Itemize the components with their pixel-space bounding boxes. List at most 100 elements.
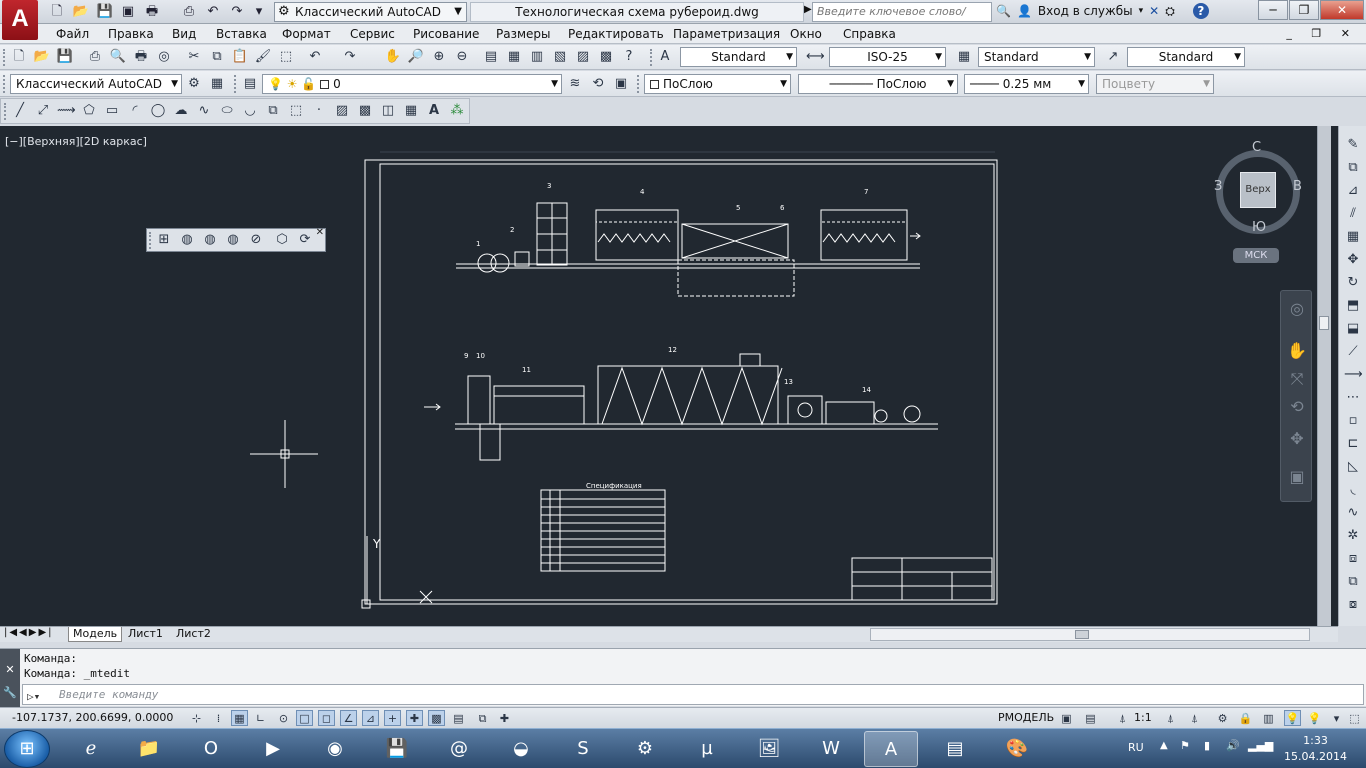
menu-parametric[interactable]: Параметризация [673,27,780,41]
add-selected-icon[interactable]: ⁂ [448,102,466,120]
zoom-window-icon[interactable]: ⊕ [430,48,448,66]
auto-scale-icon[interactable]: ⍋ [1186,710,1203,726]
grid-display-icon[interactable]: ▦ [231,710,248,726]
stretch-icon[interactable]: ⬓ [1344,320,1362,338]
redo-icon[interactable]: ↷ [341,48,359,66]
battery-icon[interactable]: ▮ [1204,739,1210,752]
no-entry-icon[interactable]: ⊘ [247,231,265,249]
dynamic-input-icon[interactable]: + [384,710,401,726]
horizontal-scrollbar[interactable] [870,628,1310,641]
close-button[interactable]: ✕ [1320,0,1364,20]
showmotion-icon[interactable]: ✥ [1287,429,1307,449]
toolbar-grip[interactable] [4,103,8,120]
status-bar-menu-icon[interactable]: ▾ [1328,710,1345,726]
gradient-icon[interactable]: ▩ [356,102,374,120]
sheet-set-icon[interactable]: ▧ [551,48,569,66]
photo-viewer-icon[interactable]: 🖼 [742,731,796,767]
ucs-menu-button[interactable]: МСК [1233,248,1279,263]
help-button[interactable]: ? [1192,3,1209,19]
viewcube[interactable]: Верх С Ю З В МСК [1212,140,1308,270]
layer-previous-icon[interactable]: ⟲ [589,75,607,93]
customize-wrench-icon[interactable]: 🔧 [0,686,20,699]
explode-icon[interactable]: ✲ [1344,527,1362,545]
arc-icon[interactable]: ◜ [126,102,144,120]
lineweight-display-icon[interactable]: ✚ [406,710,423,726]
lock-ui-icon[interactable]: 🔒 [1237,710,1254,726]
transparency-icon[interactable]: ▩ [428,710,445,726]
presentation-app-icon[interactable]: ▤ [928,731,982,767]
linetype-dropdown[interactable]: ────── ПоСлою ▼ [798,74,958,94]
toolbar-grip[interactable] [234,75,238,93]
markup-icon[interactable]: ▨ [574,48,592,66]
tab-navigation-arrows[interactable]: |◀◀▶▶| [4,627,54,638]
coordinates-readout[interactable]: -107.1737, 200.6699, 0.0000 [12,711,173,724]
table-style-dropdown[interactable]: Standard ▼ [978,47,1095,67]
spline-icon[interactable]: ∿ [195,102,213,120]
quickcalc-icon[interactable]: ▩ [597,48,615,66]
infer-constraints-icon[interactable]: ⊹ [188,710,205,726]
disk-tool-icon[interactable]: ⚙ [618,731,672,767]
open-file-icon[interactable]: 📂 [72,3,90,21]
redo-icon[interactable]: ↷ [228,3,246,21]
new-file-icon[interactable]: 🗋 [48,3,66,21]
isolate-objects-icon[interactable]: 💡 [1306,710,1323,726]
tool-palettes-icon[interactable]: ▥ [528,48,546,66]
quick-access-dropdown-icon[interactable]: ▾ [250,3,268,21]
save-as-icon[interactable]: ▣ [119,3,137,21]
wifi-hotspot-icon[interactable]: ◒ [494,731,548,767]
fillet-icon[interactable]: ◟ [1344,481,1362,499]
table-icon[interactable]: ▦ [402,102,420,120]
publish-icon[interactable]: 🖶 [132,48,150,66]
exchange-icon[interactable]: ✕ [1149,4,1159,18]
offset-icon[interactable]: ⫽ [1344,205,1362,223]
viewport-controls-label[interactable]: [−][Верхняя][2D каркас] [5,135,147,148]
annotation-scale-value[interactable]: 1:1 [1134,711,1152,724]
tab-layout1[interactable]: Лист1 [124,627,167,642]
line-icon[interactable]: ╱ [11,102,29,120]
annotation-scale-icon[interactable]: ⍋ [1114,710,1131,726]
multileader-style-icon[interactable]: ↗ [1104,48,1122,66]
toolbar-grip[interactable] [3,49,7,66]
zoom-realtime-icon[interactable]: 🔎 [407,48,425,66]
command-input[interactable]: ▷▾ Введите команду [22,684,1364,705]
break-icon[interactable]: ▫ [1344,412,1362,430]
copy-object-icon[interactable]: ⧉ [1344,159,1362,177]
globe-remove-icon[interactable]: ◍ [224,231,242,249]
3d-box-icon[interactable]: ⬡ [273,231,291,249]
menu-tools[interactable]: Сервис [350,27,395,41]
skype-icon[interactable]: S [556,731,610,767]
help-search-input[interactable]: Введите ключевое слово/фразу [812,2,992,36]
vertical-scroll-thumb[interactable] [1319,316,1329,330]
toolbar-grip[interactable] [3,75,7,93]
drawing-window-controls[interactable]: _ ❐ ✕ [1286,27,1358,40]
save-icon[interactable]: 💾 [56,48,74,66]
model-icon[interactable]: ▣ [1058,710,1075,726]
menu-window[interactable]: Окно [790,27,822,41]
3d-dwf-icon[interactable]: ◎ [155,48,173,66]
orbit-icon[interactable]: ⟲ [1287,397,1307,417]
zoom-extents-icon[interactable]: ⤧ [1287,369,1307,389]
draw-order-front-icon[interactable]: ⧉ [1344,573,1362,591]
point-icon[interactable]: · [310,102,328,120]
draw-order-icon[interactable]: ⧈ [1344,550,1362,568]
insert-block-icon[interactable]: ⧉ [264,102,282,120]
utorrent-icon[interactable]: µ [680,731,734,767]
extend-icon[interactable]: ⟶ [1344,366,1363,384]
dynamic-ucs-icon[interactable]: ⊿ [362,710,379,726]
break-at-point-icon[interactable]: ⋯ [1344,389,1362,407]
tab-layout2[interactable]: Лист2 [172,627,215,642]
multiline-text-icon[interactable]: A [425,102,443,120]
publish-icon[interactable]: 🖶 [143,3,161,21]
sign-in-link[interactable]: Вход в службы [1038,4,1133,18]
array-icon[interactable]: ▦ [1344,228,1362,246]
text-to-front-icon[interactable]: ⧇ [1344,596,1362,614]
command-prompt-icon[interactable]: ▷▾ [27,687,40,706]
close-icon[interactable]: ✕ [316,227,324,238]
plot-style-dropdown[interactable]: Поцвету ▼ [1096,74,1214,94]
internet-explorer-icon[interactable]: ℯ [64,731,118,767]
layer-dropdown[interactable]: 💡 ☀ 🔓 0 ▼ [262,74,562,94]
blend-curves-icon[interactable]: ∿ [1344,504,1362,522]
3d-orbit-icon[interactable]: ⟳ [296,231,314,249]
layer-states-icon[interactable]: ▣ [612,75,630,93]
rectangle-icon[interactable]: ▭ [103,102,121,120]
